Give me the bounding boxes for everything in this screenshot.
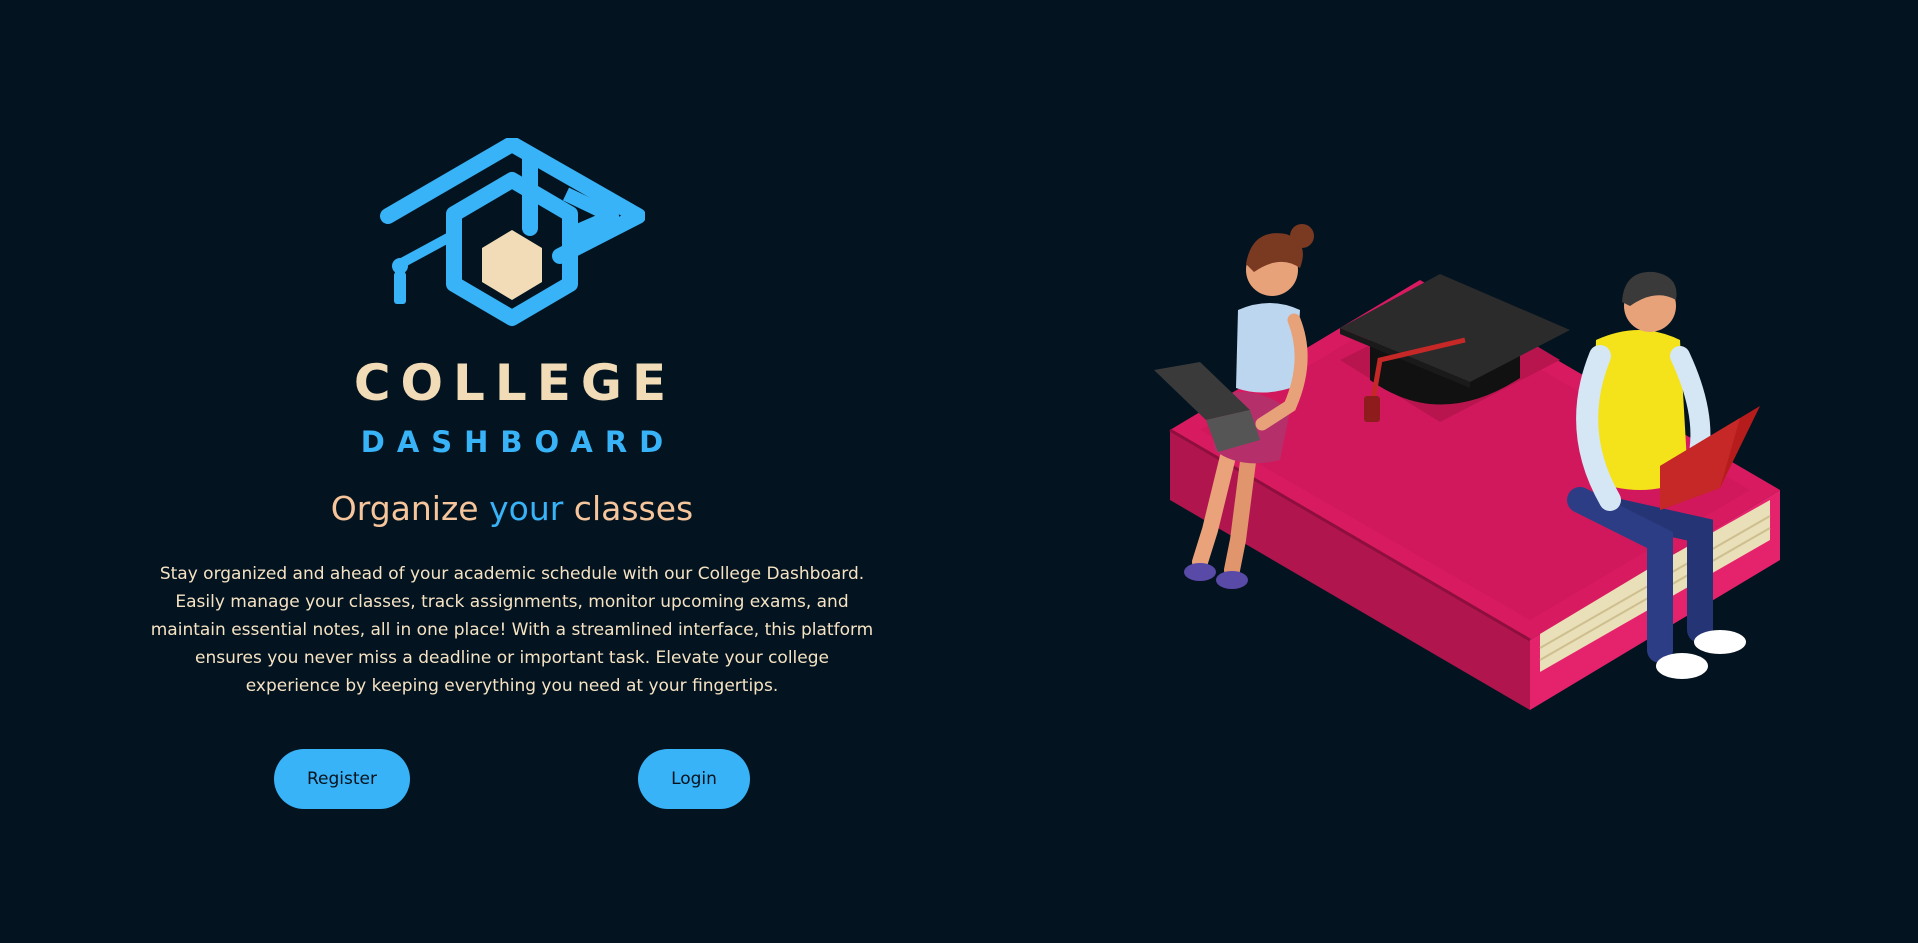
students-on-book-illustration: [1154, 224, 1780, 710]
register-button[interactable]: Register: [274, 749, 410, 809]
landing-page: COLLEGE DASHBOARD Organize your classes …: [0, 0, 1918, 943]
hero-section: COLLEGE DASHBOARD Organize your classes …: [0, 0, 1024, 943]
graduation-cap-hexagon-icon: [380, 138, 645, 326]
headline-accent: your: [489, 489, 564, 528]
headline-part-2: classes: [563, 489, 694, 528]
hero-headline: Organize your classes: [0, 486, 1024, 532]
login-button[interactable]: Login: [638, 749, 750, 809]
brand-name-college: COLLEGE: [353, 354, 677, 412]
brand-name-dashboard: DASHBOARD: [360, 425, 676, 459]
headline-part-1: Organize: [330, 489, 490, 528]
hero-description: Stay organized and ahead of your academi…: [150, 564, 874, 696]
